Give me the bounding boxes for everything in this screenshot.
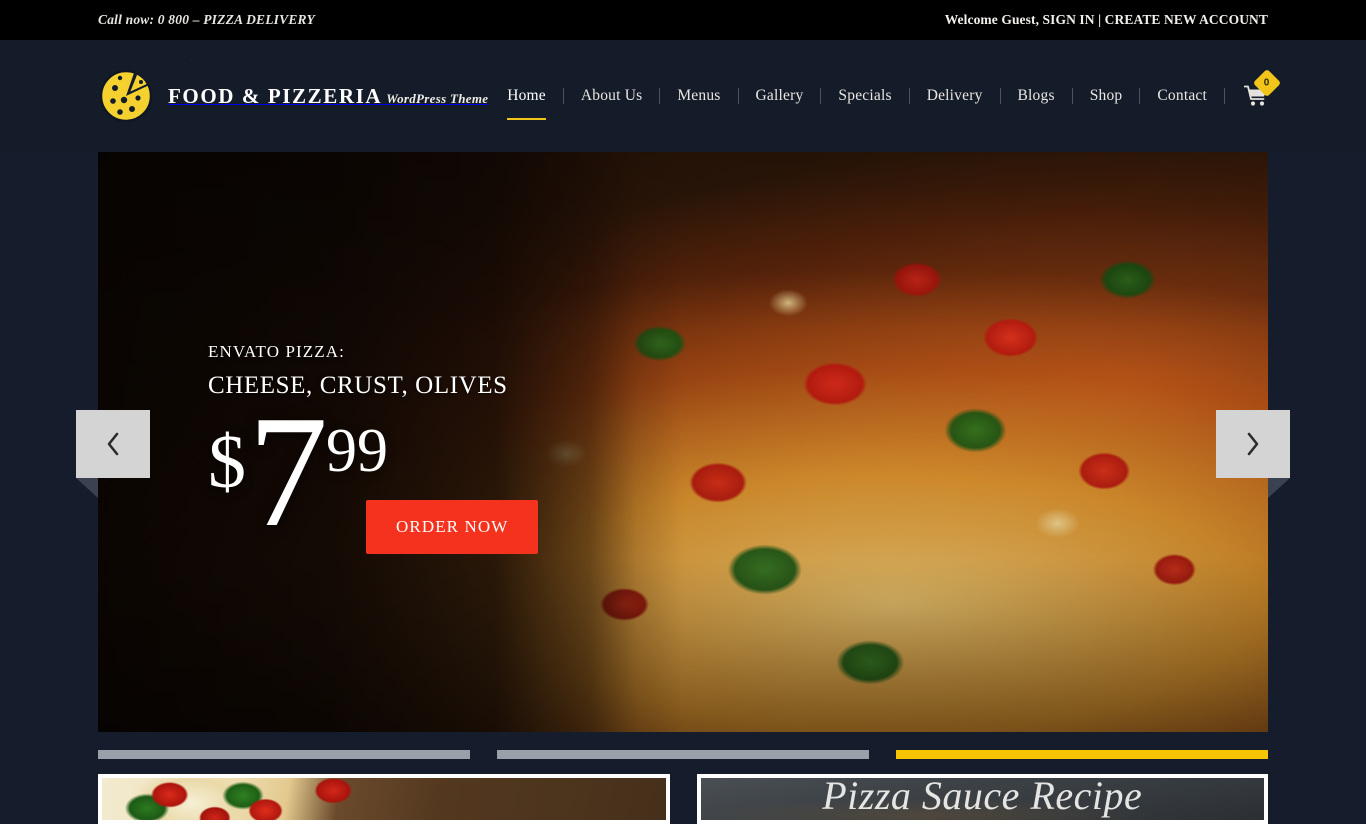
cart-button[interactable]: 0 xyxy=(1225,68,1282,107)
top-bar: Call now: 0 800 – PIZZA DELIVERY Welcome… xyxy=(0,0,1366,40)
nav-item-contact[interactable]: Contact xyxy=(1140,87,1224,105)
chevron-right-icon xyxy=(1247,432,1259,456)
site-logo[interactable]: FOOD & PIZZERIA WordPress Theme xyxy=(98,68,488,124)
site-header: FOOD & PIZZERIA WordPress Theme Home Abo… xyxy=(0,40,1366,152)
hero-eyebrow: ENVATO PIZZA: xyxy=(208,342,345,361)
feature-cards: Pizza Sauce Recipe xyxy=(98,774,1268,824)
hero-content: ENVATO PIZZA: CHEESE, CRUST, OLIVES $ 7 … xyxy=(208,342,539,560)
chevron-left-icon xyxy=(107,432,119,456)
slider-bar-2[interactable] xyxy=(497,750,869,759)
hero-price: $ 7 99 ORDER NOW xyxy=(208,382,539,560)
slider-indicator-bars xyxy=(98,750,1268,759)
order-now-button[interactable]: ORDER NOW xyxy=(366,500,539,554)
pizza-photo-card[interactable] xyxy=(98,774,670,824)
pizza-slice-icon xyxy=(99,69,153,123)
slider-bar-1[interactable] xyxy=(98,750,470,759)
chalkboard-caption: Pizza Sauce Recipe xyxy=(822,774,1143,818)
brand-title: FOOD & PIZZERIA xyxy=(168,83,383,108)
nav-item-menus[interactable]: Menus xyxy=(660,87,737,105)
pizza-photo-image xyxy=(102,778,666,820)
nav-item-delivery[interactable]: Delivery xyxy=(910,87,1000,105)
welcome-text: Welcome Guest, xyxy=(944,12,1043,27)
nav-item-shop[interactable]: Shop xyxy=(1073,87,1140,105)
sign-in-link[interactable]: SIGN IN xyxy=(1043,12,1095,28)
hero-slider: ENVATO PIZZA: CHEESE, CRUST, OLIVES $ 7 … xyxy=(76,152,1290,732)
main-navigation: Home About Us Menus Gallery Specials Del… xyxy=(490,68,1282,120)
slider-next-button[interactable] xyxy=(1216,410,1290,498)
price-decimal: 99 xyxy=(326,417,388,485)
create-account-link[interactable]: CREATE NEW ACCOUNT xyxy=(1105,12,1268,28)
cart-count-value: 0 xyxy=(1264,77,1270,89)
nav-item-home[interactable]: Home xyxy=(490,87,563,120)
price-integer: 7 xyxy=(248,382,328,560)
links-separator: | xyxy=(1094,12,1105,27)
nav-item-blogs[interactable]: Blogs xyxy=(1001,87,1072,105)
chalkboard-card[interactable]: Pizza Sauce Recipe xyxy=(696,774,1268,824)
nav-item-gallery[interactable]: Gallery xyxy=(739,87,821,105)
nav-item-about-us[interactable]: About Us xyxy=(564,87,659,105)
slider-bar-3[interactable] xyxy=(896,750,1268,759)
slider-prev-button[interactable] xyxy=(76,410,150,498)
nav-item-specials[interactable]: Specials xyxy=(821,87,908,105)
brand-subtitle: WordPress Theme xyxy=(386,90,489,106)
price-currency-symbol: $ xyxy=(208,420,246,504)
account-links: Welcome Guest, SIGN IN | CREATE NEW ACCO… xyxy=(945,12,1268,28)
call-now-text: Call now: 0 800 – PIZZA DELIVERY xyxy=(98,12,315,27)
